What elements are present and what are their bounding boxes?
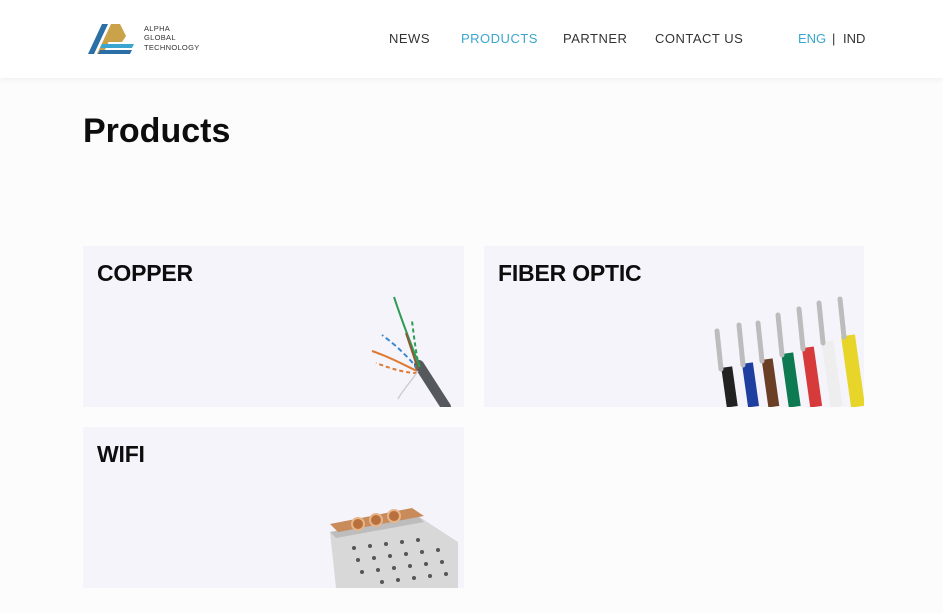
product-title-copper: COPPER xyxy=(97,260,193,286)
logo-mark-icon xyxy=(88,24,134,54)
nav-news[interactable]: NEWS xyxy=(389,31,430,46)
lang-ind[interactable]: IND xyxy=(843,31,865,46)
brand-name: ALPHA GLOBAL TECHNOLOGY xyxy=(144,24,200,53)
product-title-fiber-optic: FIBER OPTIC xyxy=(498,260,642,286)
brand-line-2: GLOBAL xyxy=(144,33,176,43)
lang-eng[interactable]: ENG xyxy=(798,31,826,46)
page-title: Products xyxy=(83,112,231,150)
colored-wires-image xyxy=(714,296,864,407)
nav-contact-us[interactable]: CONTACT US xyxy=(655,31,743,46)
wifi-module-image xyxy=(330,508,458,588)
brand-logo[interactable]: ALPHA GLOBAL TECHNOLOGY xyxy=(88,20,200,56)
brand-line-3: TECHNOLOGY xyxy=(144,42,200,52)
nav-partner[interactable]: PARTNER xyxy=(563,31,627,46)
brand-line-1: ALPHA xyxy=(144,23,171,33)
copper-cable-image xyxy=(371,296,451,407)
product-title-wifi: WIFI xyxy=(97,441,145,467)
site-header: ALPHA GLOBAL TECHNOLOGY NEWS PRODUCTS PA… xyxy=(0,0,943,78)
product-card-wifi[interactable]: WIFI xyxy=(83,427,464,588)
product-card-copper[interactable]: COPPER xyxy=(83,246,464,407)
lang-separator: | xyxy=(832,31,836,46)
nav-products[interactable]: PRODUCTS xyxy=(461,31,538,46)
product-card-fiber-optic[interactable]: FIBER OPTIC xyxy=(484,246,864,407)
